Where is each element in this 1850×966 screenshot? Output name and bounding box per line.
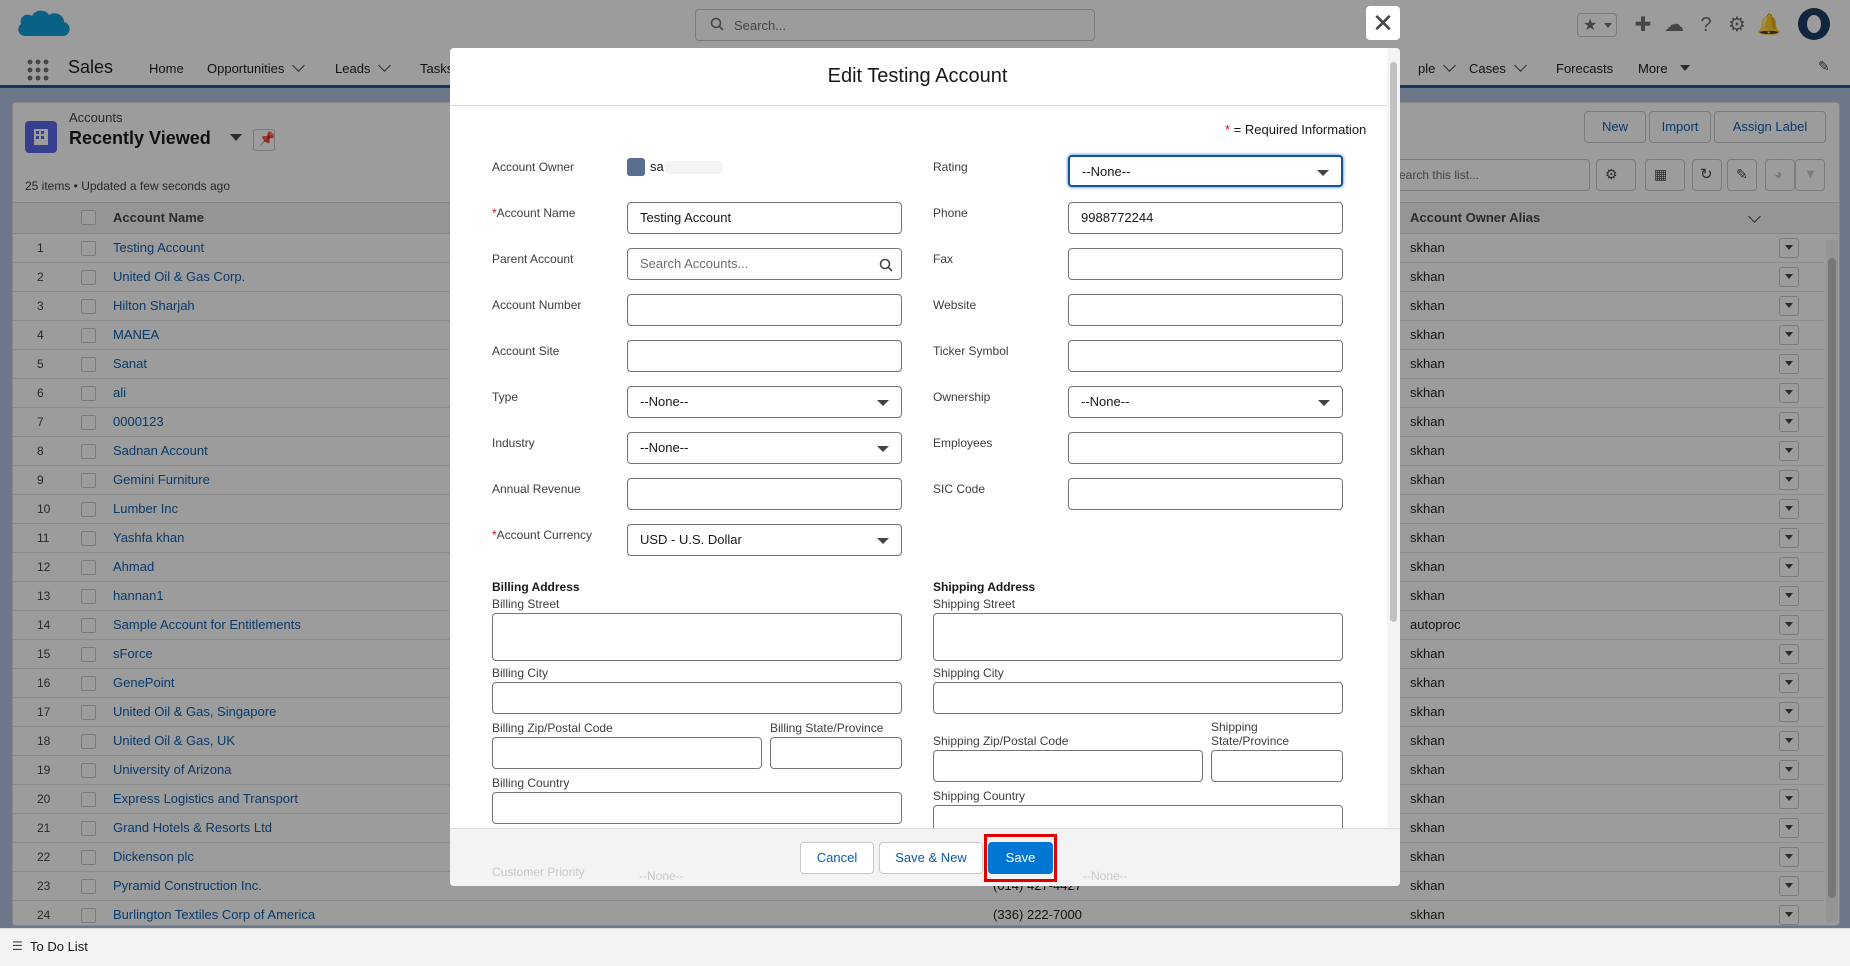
rating-selected-value: --None--	[1082, 164, 1131, 179]
currency-selected-value: USD - U.S. Dollar	[640, 532, 742, 547]
phone-input[interactable]: 9988772244	[1068, 202, 1343, 234]
annual-revenue-label: Annual Revenue	[492, 482, 581, 496]
account-currency-label: *Account Currency	[492, 528, 592, 542]
modal-header: Edit Testing Account	[450, 48, 1400, 106]
label-text: Account Name	[496, 206, 576, 220]
account-name-input[interactable]: Testing Account	[627, 202, 902, 234]
hidden-select-value: --None--	[639, 869, 684, 883]
hidden-select-value: --None--	[1083, 869, 1128, 883]
parent-account-placeholder: Search Accounts...	[640, 256, 749, 271]
save-and-new-button[interactable]: Save & New	[879, 842, 983, 874]
website-label: Website	[933, 298, 977, 312]
ticker-symbol-label: Ticker Symbol	[933, 344, 1009, 358]
industry-select[interactable]: --None--	[627, 432, 902, 464]
shipping-state-label: Shipping State/Province	[1211, 720, 1289, 748]
required-information-note: * = Required Information	[1225, 122, 1366, 137]
sic-code-label: SIC Code	[933, 482, 986, 496]
account-site-label: Account Site	[492, 344, 560, 358]
type-selected-value: --None--	[640, 394, 689, 409]
ownership-label: Ownership	[933, 390, 991, 404]
rating-label: Rating	[933, 160, 968, 174]
billing-state-label: Billing State/Province	[770, 721, 884, 735]
billing-country-label: Billing Country	[492, 776, 570, 790]
account-name-label: *Account Name	[492, 206, 575, 220]
shipping-city-label: Shipping City	[933, 666, 1004, 680]
type-select[interactable]: --None--	[627, 386, 902, 418]
phone-label: Phone	[933, 206, 968, 220]
shipping-state-input[interactable]	[1211, 750, 1343, 782]
ownership-select[interactable]: --None--	[1068, 386, 1343, 418]
rating-select[interactable]: --None--	[1068, 155, 1343, 187]
billing-street-textarea[interactable]	[492, 613, 902, 661]
shipping-city-input[interactable]	[933, 682, 1343, 714]
modal-footer: Customer Priority --None-- --None-- Canc…	[450, 828, 1400, 886]
user-avatar-icon	[627, 158, 645, 176]
utility-bar	[0, 928, 1850, 966]
shipping-address-heading: Shipping Address	[933, 580, 1036, 594]
label-text: Account Currency	[496, 528, 593, 542]
annual-revenue-input[interactable]	[627, 478, 902, 510]
industry-selected-value: --None--	[640, 440, 689, 455]
website-input[interactable]	[1068, 294, 1343, 326]
billing-street-label: Billing Street	[492, 597, 560, 611]
ownership-selected-value: --None--	[1081, 394, 1130, 409]
industry-label: Industry	[492, 436, 535, 450]
billing-address-heading: Billing Address	[492, 580, 580, 594]
modal-scrollbar[interactable]	[1387, 48, 1400, 828]
scrollbar-thumb[interactable]	[1390, 62, 1397, 622]
billing-city-label: Billing City	[492, 666, 549, 680]
modal-title: Edit Testing Account	[827, 65, 1008, 87]
cancel-button[interactable]: Cancel	[800, 842, 874, 874]
account-number-input[interactable]	[627, 294, 902, 326]
billing-country-input[interactable]	[492, 792, 902, 824]
shipping-zip-label: Shipping Zip/Postal Code	[933, 734, 1069, 748]
account-number-label: Account Number	[492, 298, 582, 312]
modal-close-button[interactable]: ✕	[1366, 6, 1400, 40]
todo-label: To Do List	[30, 939, 88, 954]
billing-city-input[interactable]	[492, 682, 902, 714]
account-site-input[interactable]	[627, 340, 902, 372]
shipping-street-textarea[interactable]	[933, 613, 1343, 661]
shipping-country-label: Shipping Country	[933, 789, 1026, 803]
edit-account-modal: Edit Testing Account * = Required Inform…	[450, 48, 1400, 886]
close-icon: ✕	[1372, 8, 1394, 38]
sic-code-input[interactable]	[1068, 478, 1343, 510]
redacted-bar	[665, 161, 722, 174]
fax-input[interactable]	[1068, 248, 1343, 280]
type-label: Type	[492, 390, 519, 404]
label-line: State/Province	[1211, 734, 1290, 748]
label-line: Shipping	[1211, 720, 1258, 734]
button-label: Cancel	[816, 850, 858, 865]
required-info-text: = Required Information	[1233, 122, 1367, 137]
search-icon	[879, 258, 893, 272]
employees-input[interactable]	[1068, 432, 1343, 464]
shipping-zip-input[interactable]	[933, 750, 1203, 782]
required-asterisk: *	[1225, 122, 1234, 137]
billing-state-input[interactable]	[770, 737, 902, 769]
account-currency-select[interactable]: USD - U.S. Dollar	[627, 524, 902, 556]
highlight-box	[984, 834, 1057, 882]
todo-list-item[interactable]: ☰ To Do List	[12, 939, 88, 954]
owner-name: sa	[650, 159, 664, 174]
account-owner-label: Account Owner	[492, 160, 575, 174]
employees-label: Employees	[933, 436, 993, 450]
billing-zip-input[interactable]	[492, 737, 762, 769]
customer-priority-label: Customer Priority	[492, 865, 585, 879]
button-label: Save & New	[895, 850, 967, 865]
parent-account-label: Parent Account	[492, 252, 574, 266]
shipping-street-label: Shipping Street	[933, 597, 1016, 611]
billing-zip-label: Billing Zip/Postal Code	[492, 721, 613, 735]
parent-account-lookup[interactable]: Search Accounts...	[627, 248, 902, 280]
fax-label: Fax	[933, 252, 954, 266]
list-icon: ☰	[12, 939, 23, 953]
ticker-symbol-input[interactable]	[1068, 340, 1343, 372]
